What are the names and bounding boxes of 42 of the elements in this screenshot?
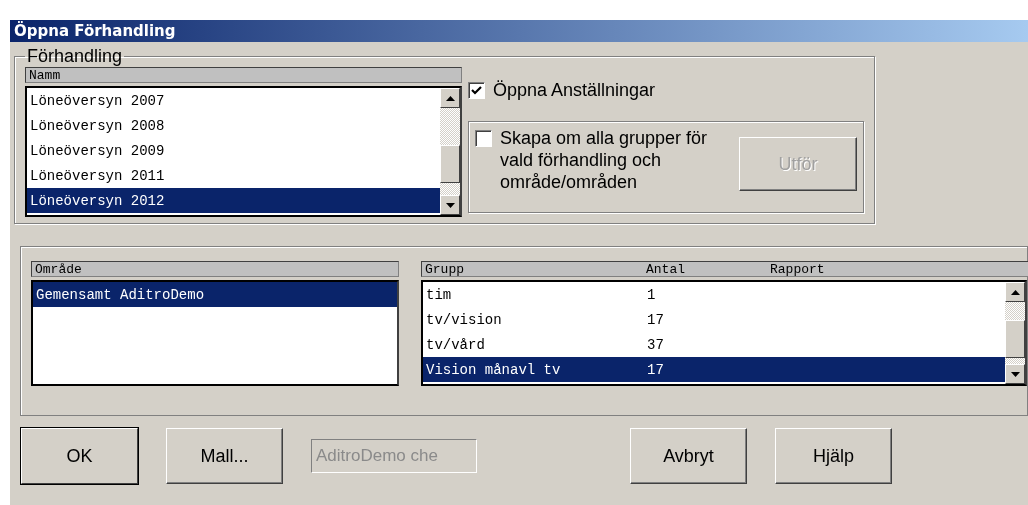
list-item[interactable]: Löneöversyn 2008 [27,113,440,138]
scroll-down-icon [445,202,455,208]
table-cell-text: tv/vård [426,336,486,353]
table-cell-text: 17 [647,311,665,328]
dialog-button[interactable]: Hjälp [775,428,892,484]
dialog-button[interactable]: Avbryt [630,428,747,484]
scrollbar[interactable] [440,88,460,215]
table-cell-text: tv/vision [426,311,503,328]
table-cell-text: tim [426,286,453,303]
table-row[interactable]: tv/vision 17 [423,307,1005,332]
scrollbar[interactable] [1005,282,1025,384]
checkbox[interactable] [475,130,492,147]
scroll-up-icon [1010,289,1020,295]
table-row[interactable]: tv/vård 37 [423,332,1005,357]
column-header[interactable]: Grupp [425,262,646,276]
dialog-button[interactable]: Mall... [166,428,283,484]
table-cell-text: 17 [647,361,665,378]
column-header[interactable]: Antal [646,262,770,276]
check-icon [471,86,482,95]
scroll-down-icon [1010,371,1020,377]
window-title: Öppna Förhandling [10,20,1028,42]
list-item[interactable]: Löneöversyn 2007 [27,88,440,113]
column-header[interactable]: Rapport [770,262,890,276]
checkbox[interactable] [468,82,485,99]
rebuild-checkbox[interactable]: Skapa om alla grupper för vald förhandling och område/områden [475,127,715,207]
table-cell-text: 1 [647,286,657,303]
dialog-button[interactable]: OK [21,428,138,484]
scroll-up-icon [445,95,455,101]
scroll-thumb[interactable] [440,144,460,183]
list-item[interactable]: Gemensamt AditroDemo [33,282,397,307]
table-cell-text: 37 [647,336,665,353]
column-header[interactable]: Område [31,261,399,277]
table-cell-text: Vision månavl tv [426,361,562,378]
column-header[interactable]: Namm [25,67,462,83]
scroll-thumb[interactable] [1005,320,1025,359]
open-employments-checkbox[interactable]: Öppna Anställningar [468,79,864,101]
list-item[interactable]: Löneöversyn 2009 [27,138,440,163]
group-title: Förhandling [26,46,124,67]
table-row[interactable]: Vision månavl tv 17 [423,357,1005,382]
table-row[interactable]: tim 1 [423,282,1005,307]
list-item[interactable]: Löneöversyn 2011 [27,163,440,188]
list-item[interactable]: Löneöversyn 2012 [27,188,440,213]
